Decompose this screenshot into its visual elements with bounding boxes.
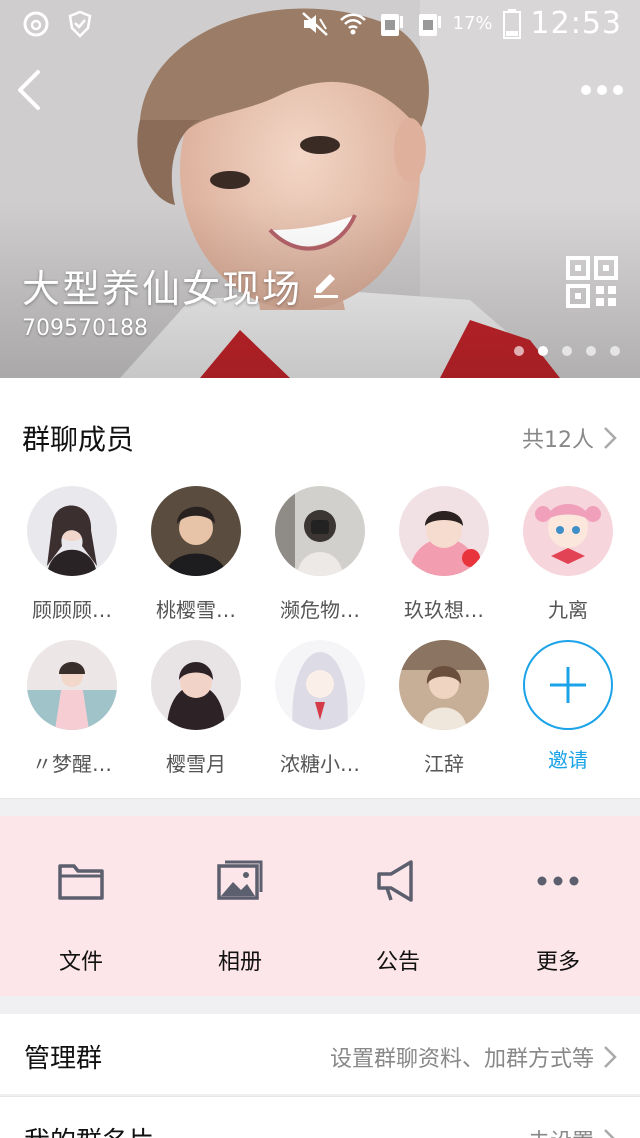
carousel-dot (514, 346, 524, 356)
member-item[interactable]: 〃梦醒… (10, 640, 134, 777)
files-label: 文件 (58, 950, 103, 975)
member-item[interactable]: 桃樱雪… (134, 486, 258, 623)
member-name: 江辞 (424, 752, 464, 776)
wifi-icon (339, 13, 366, 34)
member-name: 樱雪月 (166, 752, 226, 776)
back-arrow-icon[interactable] (12, 66, 48, 114)
member-name: 濒危物… (280, 598, 360, 622)
megaphone-icon (377, 860, 413, 902)
notice-label: 公告 (375, 950, 420, 975)
sim2-icon (418, 13, 441, 36)
member-name: 浓糖小… (280, 752, 360, 776)
invite-member-button[interactable]: 邀请 (506, 640, 630, 773)
qr-code-icon[interactable] (566, 256, 618, 308)
clock: 12:53 (530, 6, 622, 41)
member-avatar (275, 640, 365, 730)
member-avatar (27, 486, 117, 576)
members-section: 群聊成员 共12人 顾顾顾… 桃樱雪… 濒危物… 玖玖想… 九离 〃梦醒… 樱雪… (0, 378, 640, 798)
member-item[interactable]: 玖玖想… (382, 486, 506, 623)
album-label: 相册 (217, 950, 262, 975)
member-avatar (275, 486, 365, 576)
member-item[interactable]: 顾顾顾… (10, 486, 134, 623)
members-count: 共12人 (522, 428, 594, 453)
more-button[interactable]: 更多 (498, 858, 618, 976)
folder-icon (58, 864, 104, 900)
member-avatar (399, 486, 489, 576)
group-actions-bar: 文件 相册 公告 更多 (0, 816, 640, 996)
invite-circle (523, 640, 613, 730)
manage-group-hint: 设置群聊资料、加群方式等 (330, 1041, 618, 1073)
member-item[interactable]: 濒危物… (258, 486, 382, 623)
my-group-card-row[interactable]: 我的群名片 未设置 (0, 1097, 640, 1138)
status-bar: 17% 12:53 (0, 0, 640, 48)
group-profile-screen: 17% 12:53 大型养仙女现场 709570188 群聊成员 共12人 顾顾… (0, 0, 640, 1138)
carousel-indicator (514, 346, 620, 356)
carousel-dot (610, 346, 620, 356)
member-avatar (27, 640, 117, 730)
chevron-right-icon (604, 1129, 615, 1138)
manage-group-title: 管理群 (24, 1044, 103, 1074)
album-icon (217, 860, 263, 900)
sim1-icon (380, 13, 403, 36)
netease-music-icon (23, 11, 49, 37)
group-name: 大型养仙女现场 (22, 267, 303, 311)
edit-pencil-icon[interactable] (310, 266, 342, 298)
member-avatar (151, 486, 241, 576)
invite-label: 邀请 (548, 748, 588, 772)
carousel-dot-active (538, 346, 548, 356)
my-group-card-hint: 未设置 (528, 1124, 618, 1138)
carousel-dot (586, 346, 596, 356)
member-name: 桃樱雪… (156, 598, 236, 622)
my-group-card-title: 我的群名片 (24, 1121, 154, 1138)
plus-icon (550, 667, 586, 703)
status-right-icons: 17% 12:53 (301, 6, 622, 41)
members-count-link[interactable]: 共12人 (522, 422, 618, 454)
status-left-icons (22, 10, 94, 38)
group-number: 709570188 (22, 316, 148, 341)
member-item[interactable]: 浓糖小… (258, 640, 382, 777)
album-button[interactable]: 相册 (180, 858, 300, 976)
members-title: 群聊成员 (22, 423, 135, 456)
member-avatar (399, 640, 489, 730)
more-label: 更多 (535, 950, 580, 975)
member-name: 九离 (548, 598, 588, 622)
manage-group-value: 设置群聊资料、加群方式等 (329, 1047, 594, 1072)
mute-icon (301, 11, 328, 36)
member-item[interactable]: 江辞 (382, 640, 506, 777)
member-name: 顾顾顾… (32, 598, 112, 622)
my-group-card-value: 未设置 (528, 1124, 594, 1138)
more-options-icon[interactable] (578, 76, 626, 104)
chevron-right-icon (604, 427, 617, 449)
battery-percent: 17% (452, 13, 493, 34)
section-divider (0, 798, 640, 799)
member-avatar (151, 640, 241, 730)
battery-icon (502, 8, 521, 39)
shield-check-icon (68, 10, 92, 38)
more-dots-icon (537, 876, 579, 886)
carousel-dot (562, 346, 572, 356)
member-item[interactable]: 九离 (506, 486, 630, 623)
manage-group-row[interactable]: 管理群 设置群聊资料、加群方式等 (0, 1014, 640, 1094)
member-avatar (523, 486, 613, 576)
member-item[interactable]: 樱雪月 (134, 640, 258, 777)
chevron-right-icon (604, 1046, 617, 1068)
notice-button[interactable]: 公告 (338, 858, 458, 976)
member-name: 〃梦醒… (32, 752, 112, 776)
member-name: 玖玖想… (404, 598, 484, 622)
files-button[interactable]: 文件 (21, 858, 141, 976)
